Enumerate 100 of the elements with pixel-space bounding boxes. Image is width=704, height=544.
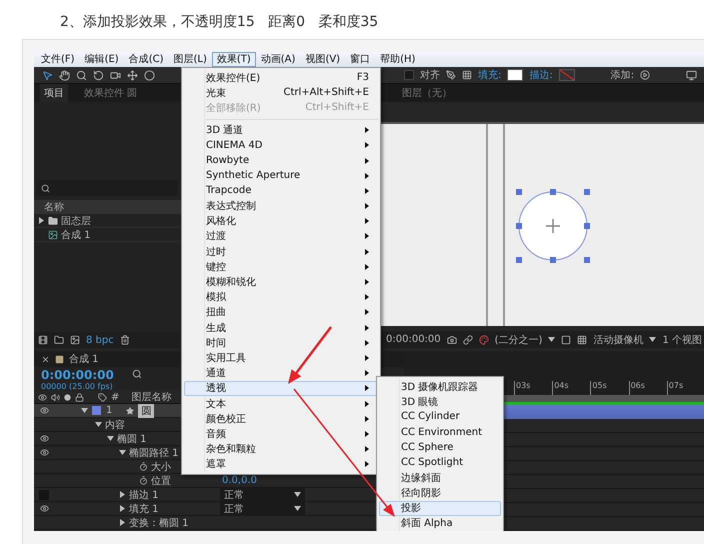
menu-title[interactable]: 动画(A) xyxy=(256,52,300,67)
caret-down-icon[interactable] xyxy=(119,449,126,456)
stopwatch-icon[interactable] xyxy=(139,462,148,471)
project-item[interactable]: 合成 1 xyxy=(61,228,91,242)
panel-tab[interactable]: 效果控件 圆 xyxy=(80,84,142,102)
pan-icon[interactable] xyxy=(127,70,138,80)
menu-item[interactable]: 效果控件(E) F3 xyxy=(184,70,378,86)
menu-item[interactable]: 扭曲 xyxy=(184,304,378,320)
caret-down-icon[interactable] xyxy=(107,435,114,442)
dropdown-caret-icon[interactable] xyxy=(548,336,556,343)
composition-icon[interactable] xyxy=(48,230,58,240)
caret-right-icon[interactable] xyxy=(119,491,126,498)
circle-shape-drawing[interactable] xyxy=(515,188,591,264)
menu-item[interactable]: CC Environment xyxy=(379,424,501,440)
menu-title[interactable]: 文件(F) xyxy=(36,52,80,67)
menu-item[interactable]: Synthetic Aperture xyxy=(184,168,378,184)
viewer-timecode[interactable]: 0:00:00:00 xyxy=(386,334,441,345)
menu-title[interactable]: 帮助(H) xyxy=(375,52,420,67)
panel-tab[interactable]: 项目 xyxy=(40,84,68,102)
menu-item[interactable]: 颜色校正 xyxy=(184,411,378,426)
stroke-swatch[interactable] xyxy=(558,69,575,81)
pointer-icon[interactable] xyxy=(42,70,53,80)
menu-item[interactable]: 杂色和颗粒 xyxy=(184,442,378,457)
ellipse-icon[interactable] xyxy=(144,70,155,80)
menu-item[interactable]: 键控 xyxy=(184,259,378,274)
search-field[interactable] xyxy=(37,180,178,196)
menu-item[interactable]: 时间 xyxy=(184,335,378,350)
camera-icon[interactable] xyxy=(446,334,457,344)
camera-dropdown[interactable]: 活动摄像机 xyxy=(593,332,644,346)
menu-item[interactable]: 斜面 Alpha xyxy=(379,516,501,531)
menu-item[interactable]: 透视 xyxy=(184,380,378,396)
menu-item[interactable]: 遮罩 xyxy=(184,456,378,472)
views-dropdown[interactable]: 1 个视图 xyxy=(662,332,702,346)
camera-icon[interactable] xyxy=(110,70,121,80)
region-icon[interactable] xyxy=(561,334,572,344)
image-icon[interactable] xyxy=(70,335,80,345)
property-name[interactable]: 填充 1 xyxy=(126,502,159,516)
project-item[interactable]: 固态层 xyxy=(61,214,91,228)
menu-item[interactable]: Rowbyte xyxy=(184,152,378,168)
timeline-tab[interactable]: 合成 1 xyxy=(69,352,99,366)
menu-title[interactable]: 窗口 xyxy=(345,52,376,67)
eye-icon[interactable] xyxy=(40,504,48,513)
search-icon[interactable] xyxy=(132,369,142,379)
property-name[interactable]: 变换：椭圆 1 xyxy=(126,516,189,530)
bit-depth-label[interactable]: 8 bpc xyxy=(86,334,114,346)
menu-item[interactable]: 3D 通道 xyxy=(184,122,378,138)
caret-right-icon[interactable] xyxy=(119,505,126,512)
pen-icon[interactable] xyxy=(446,70,456,80)
zoom-icon[interactable] xyxy=(76,70,87,80)
menu-item[interactable]: 模拟 xyxy=(184,290,378,305)
menu-item[interactable]: CC Sphere xyxy=(379,440,501,455)
menu-item[interactable]: CINEMA 4D xyxy=(184,138,378,153)
property-name[interactable]: 椭圆路径 1 xyxy=(126,446,179,460)
transparency-grid-icon[interactable] xyxy=(577,334,588,344)
eye-icon[interactable] xyxy=(40,448,48,457)
close-icon[interactable] xyxy=(41,354,50,364)
fill-swatch[interactable] xyxy=(507,69,524,81)
menu-item[interactable]: 过时 xyxy=(184,244,378,260)
panel-tab[interactable]: 图层（无） xyxy=(398,84,456,102)
blend-mode-dropdown[interactable]: 正常 xyxy=(220,488,305,501)
link-icon[interactable] xyxy=(462,334,473,344)
caret-down-icon[interactable] xyxy=(81,407,88,414)
menu-item[interactable]: 径向阴影 xyxy=(379,485,501,500)
menu-title[interactable]: 效果(T) xyxy=(212,52,256,67)
caret-down-icon[interactable] xyxy=(95,421,102,428)
trash-icon[interactable] xyxy=(120,335,130,345)
monitor-icon[interactable] xyxy=(686,70,697,80)
resolution-dropdown[interactable]: (二分之一) xyxy=(494,332,542,346)
hand-icon[interactable] xyxy=(59,70,70,80)
property-name[interactable]: 大小 xyxy=(148,460,171,474)
property-name[interactable]: 描边 1 xyxy=(126,488,159,502)
menu-item[interactable]: 3D 眼镜 xyxy=(379,394,501,410)
rotate-icon[interactable] xyxy=(93,70,104,80)
grid-icon[interactable] xyxy=(462,70,472,80)
menu-item[interactable]: CC Spotlight xyxy=(379,454,501,470)
search-icon[interactable] xyxy=(41,184,50,192)
menu-title[interactable]: 视图(V) xyxy=(300,52,346,67)
play-circle-icon[interactable] xyxy=(640,70,650,80)
menu-item[interactable]: 音频 xyxy=(184,426,378,442)
menu-item[interactable]: 通道 xyxy=(184,366,378,381)
property-name[interactable]: 内容 xyxy=(102,418,125,432)
menu-title[interactable]: 编辑(E) xyxy=(80,52,124,67)
folder-icon[interactable] xyxy=(54,335,64,345)
property-name[interactable]: 位置 xyxy=(148,474,171,488)
menu-item[interactable]: 表达式控制 xyxy=(184,198,378,214)
menu-item[interactable]: 生成 xyxy=(184,320,378,336)
caret-right-icon[interactable] xyxy=(119,519,126,526)
menu-item[interactable]: 实用工具 xyxy=(184,350,378,366)
folder-icon[interactable] xyxy=(48,216,58,226)
property-name[interactable]: 椭圆 1 xyxy=(114,432,147,446)
speaker-icon[interactable] xyxy=(51,392,60,402)
menu-item[interactable]: CC Cylinder xyxy=(379,409,501,425)
menu-title[interactable]: 图层(L) xyxy=(168,52,212,67)
menu-item[interactable]: 边缘斜面 xyxy=(379,470,501,486)
menu-item[interactable]: 光束 Ctrl+Alt+Shift+E xyxy=(184,85,378,100)
film-icon[interactable] xyxy=(38,335,48,345)
solo-dot-icon[interactable] xyxy=(64,394,71,400)
eye-icon[interactable] xyxy=(40,434,48,443)
dropdown-caret-icon[interactable] xyxy=(649,336,656,343)
property-value[interactable]: 0.0,0.0 xyxy=(222,474,257,488)
